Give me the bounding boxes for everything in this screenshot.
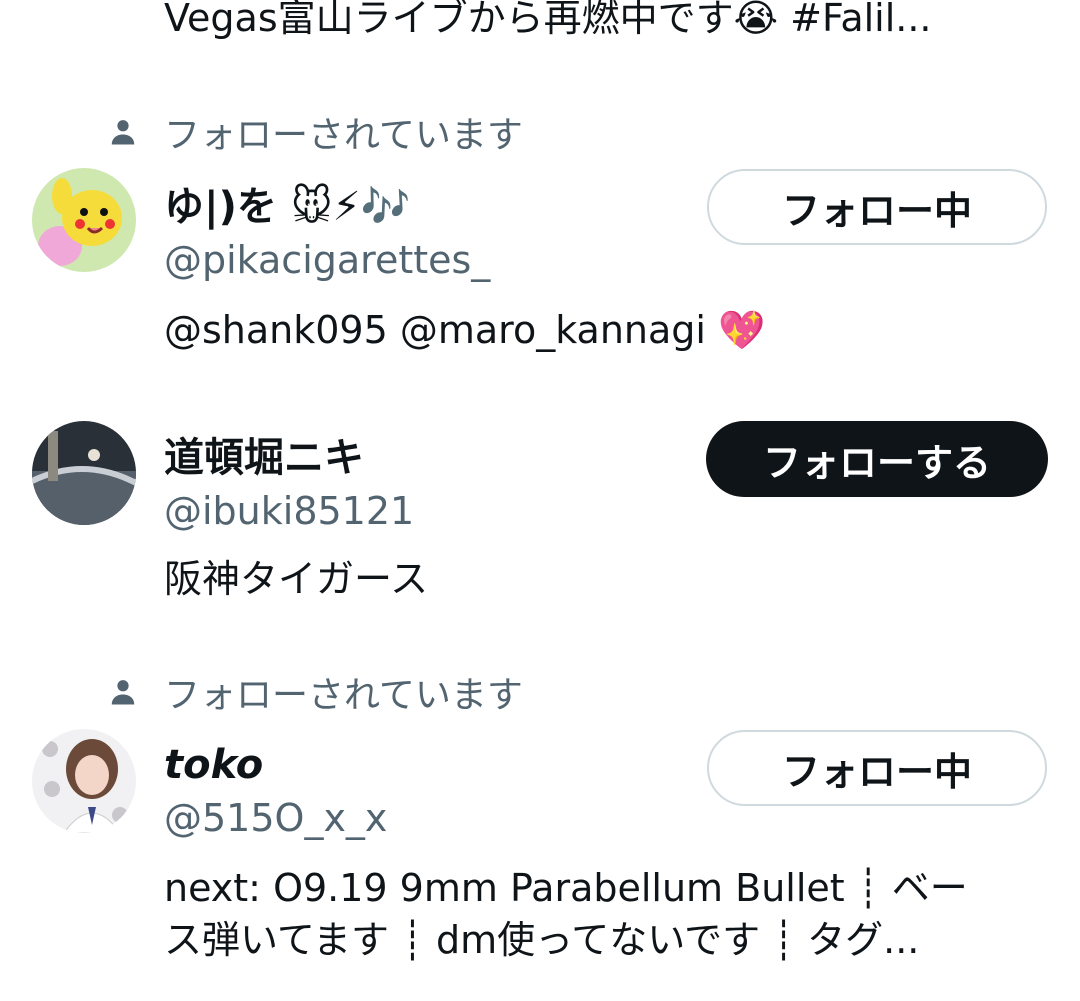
avatar[interactable] xyxy=(32,168,136,272)
user-cell-515o[interactable]: フォローされています toko @515O_x_x next: O9.19 9m… xyxy=(0,660,1080,1001)
social-context: フォローされています xyxy=(108,110,523,156)
following-button[interactable]: フォロー中 xyxy=(707,169,1047,245)
user-bio-line: next: O9.19 9mm Parabellum Bullet ┊ ベー xyxy=(164,866,968,910)
social-context: フォローされています xyxy=(108,670,523,716)
user-bio-line: ス弾いてます ┊ dm使ってないです ┊ タグ... xyxy=(164,918,920,962)
user-bio: 阪神タイガース xyxy=(164,557,429,601)
user-handle[interactable]: @515O_x_x xyxy=(164,794,387,842)
social-context-label: フォローされています xyxy=(164,675,523,716)
avatar[interactable] xyxy=(32,729,136,833)
user-display-name[interactable]: 道頓堀ニキ xyxy=(164,433,364,483)
follow-button[interactable]: フォローする xyxy=(706,421,1048,497)
user-cell-pikacigarettes[interactable]: フォローされています ゆ|)を 🐭⚡🎶 @pikacigarettes_ @sh… xyxy=(0,100,1080,380)
following-button[interactable]: フォロー中 xyxy=(707,730,1047,806)
avatar[interactable] xyxy=(32,421,136,525)
user-display-name[interactable]: ゆ|)を 🐭⚡🎶 xyxy=(164,182,410,232)
user-display-name[interactable]: toko xyxy=(164,740,263,790)
user-bio: @shank095 @maro_kannagi 💖 xyxy=(164,308,766,352)
person-icon xyxy=(111,680,135,705)
user-handle[interactable]: @ibuki85121 xyxy=(164,487,414,535)
social-context-label: フォローされています xyxy=(164,115,523,156)
previous-user-bio: Vegas富山ライブから再燃中です😭 #Falil... xyxy=(164,0,932,40)
person-icon xyxy=(111,120,135,145)
user-handle[interactable]: @pikacigarettes_ xyxy=(164,236,490,284)
user-bio: next: O9.19 9mm Parabellum Bullet ┊ ベー ス… xyxy=(164,862,1044,966)
user-cell-ibuki85121[interactable]: 道頓堀ニキ @ibuki85121 阪神タイガース フォローする xyxy=(0,405,1080,615)
